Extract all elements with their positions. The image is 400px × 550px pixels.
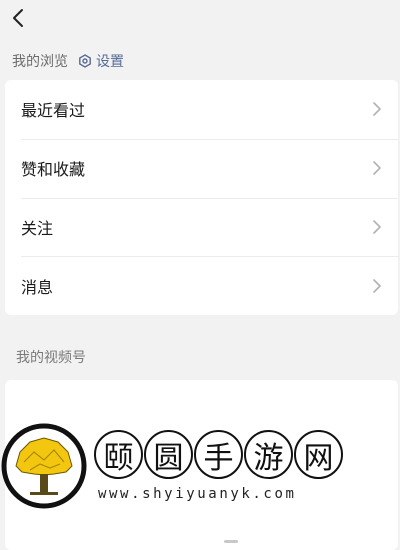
- chevron-right-icon: [372, 102, 382, 117]
- gear-icon: [78, 54, 92, 68]
- following-item[interactable]: 关注: [5, 197, 398, 257]
- list-item-label: 赞和收藏: [21, 160, 86, 180]
- recently-viewed-item[interactable]: 最近看过: [5, 80, 398, 139]
- browse-card: 最近看过 赞和收藏 关注 消息: [5, 80, 398, 315]
- browse-section-title: 我的浏览: [12, 54, 68, 70]
- watermark-char: 游: [244, 430, 293, 479]
- chevron-right-icon: [372, 278, 382, 293]
- settings-link[interactable]: 设置: [78, 51, 124, 71]
- browse-section-header: 我的浏览 设置: [12, 50, 124, 72]
- watermark-char: 颐: [94, 430, 143, 479]
- chevron-right-icon: [372, 220, 382, 234]
- back-button[interactable]: [4, 4, 32, 32]
- watermark-url: www.shyiyuanyk.com: [98, 486, 297, 502]
- chevron-left-icon: [13, 9, 23, 27]
- list-item-label: 关注: [21, 218, 54, 238]
- watermark-title: 颐 圆 手 游 网: [94, 430, 343, 479]
- list-item-label: 最近看过: [21, 101, 86, 121]
- messages-item[interactable]: 消息: [5, 256, 398, 315]
- watermark-char: 圆: [144, 430, 193, 479]
- list-item-label: 消息: [21, 277, 54, 297]
- channels-section-title: 我的视频号: [16, 350, 86, 366]
- chevron-right-icon: [372, 161, 382, 175]
- watermark-char: 网: [294, 430, 343, 479]
- top-bar: [0, 0, 400, 40]
- home-indicator[interactable]: [224, 540, 238, 543]
- tree-logo-icon: [1, 423, 87, 509]
- likes-and-favorites-item[interactable]: 赞和收藏: [5, 138, 398, 198]
- watermark-char: 手: [194, 430, 243, 479]
- settings-label: 设置: [96, 54, 124, 70]
